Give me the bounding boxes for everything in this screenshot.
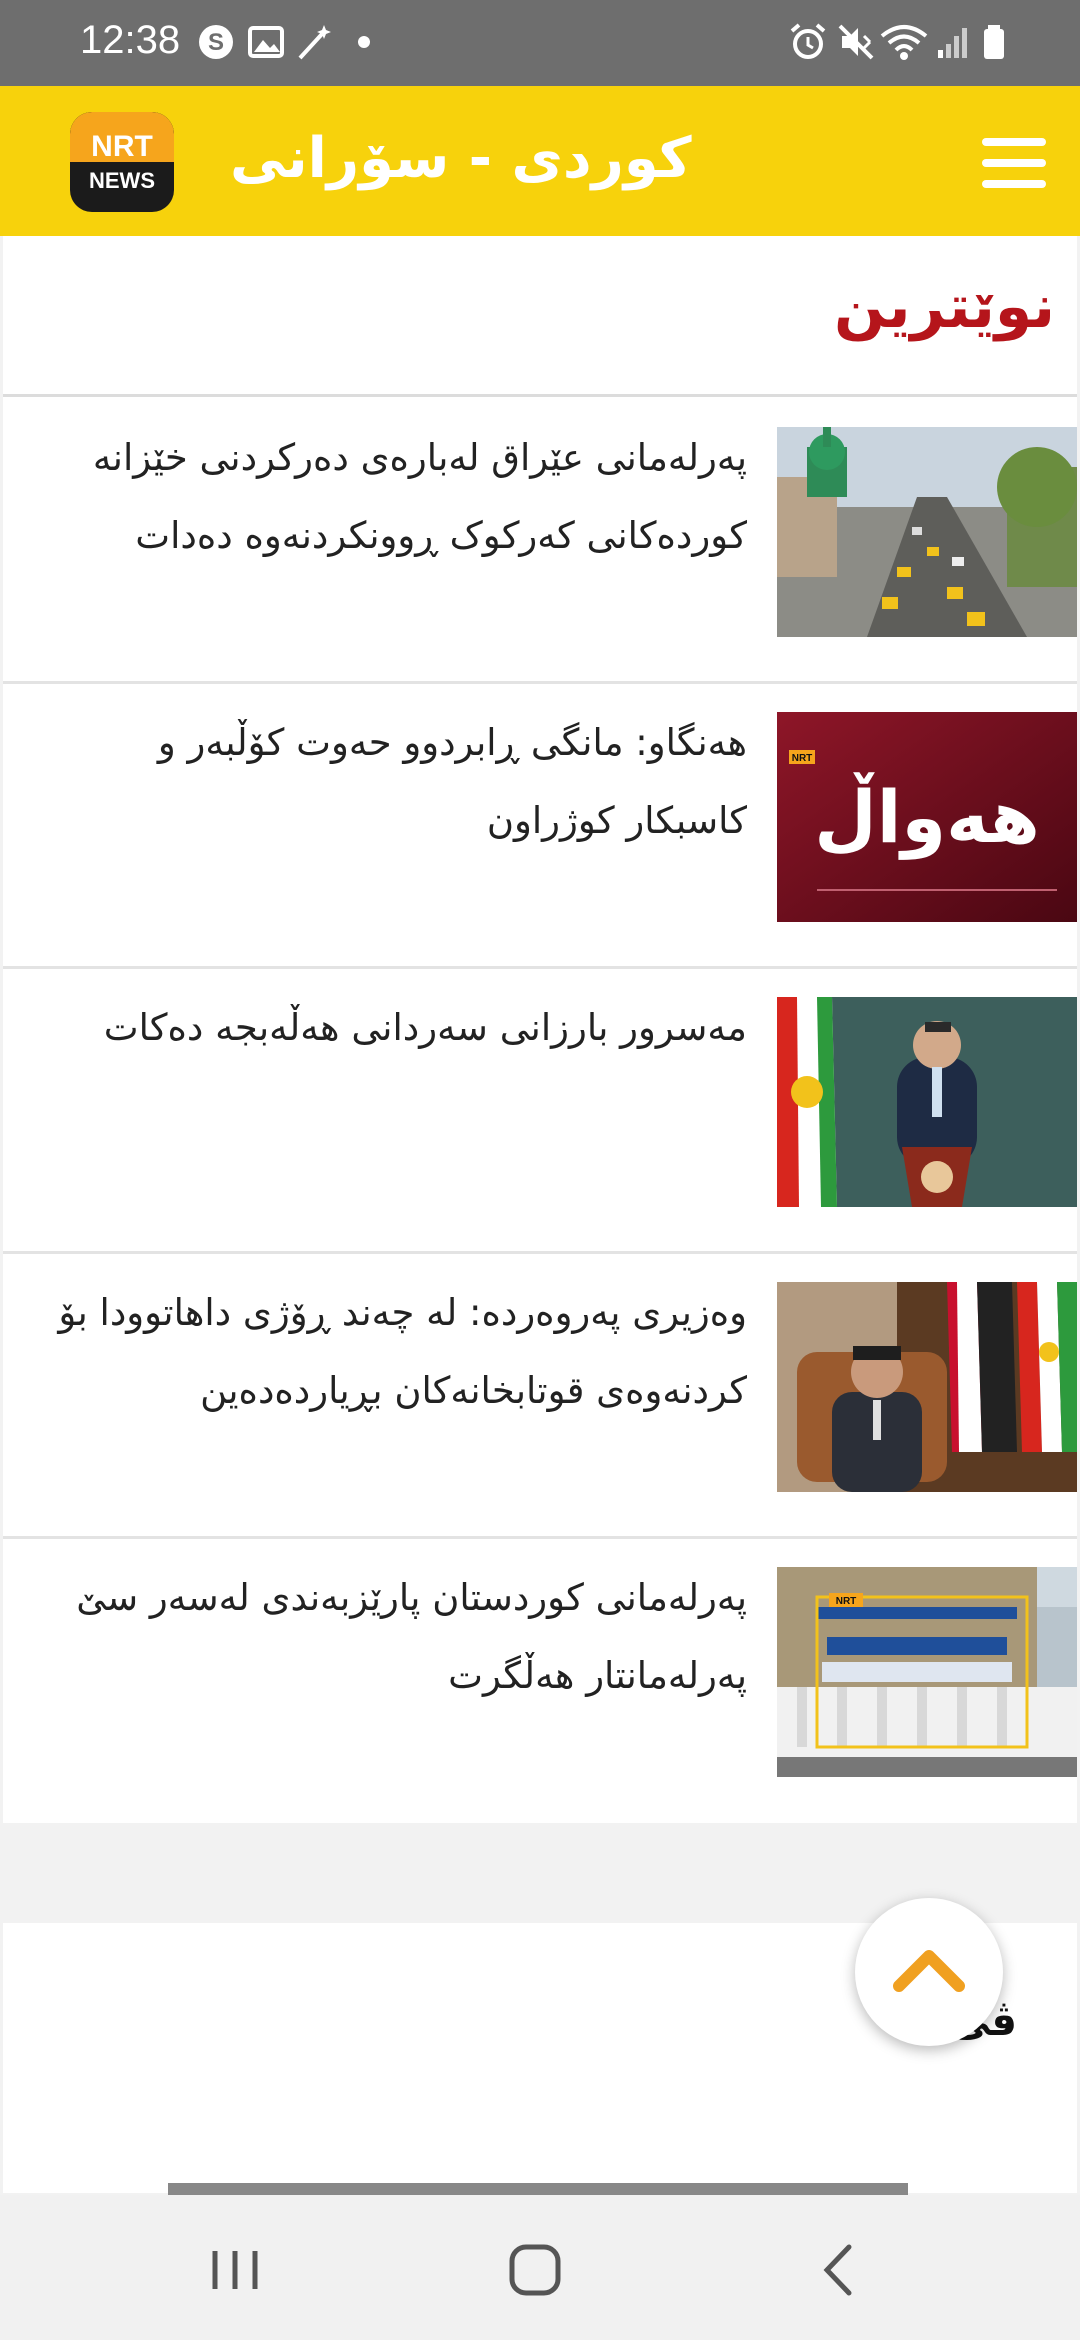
hamburger-menu-icon[interactable] bbox=[982, 138, 1046, 188]
logo-bottom-text: NEWS bbox=[89, 168, 155, 193]
dot-icon bbox=[358, 36, 370, 48]
alarm-icon bbox=[790, 23, 826, 59]
back-icon[interactable] bbox=[805, 2235, 875, 2305]
thumb-text: هەواڵ bbox=[814, 772, 1040, 860]
thumb-badge: NRT bbox=[836, 1596, 857, 1607]
podium-speaker-photo[interactable] bbox=[777, 997, 1077, 1207]
wifi-icon bbox=[880, 25, 928, 60]
nrt-news-logo[interactable]: NRT NEWS bbox=[70, 112, 174, 212]
app-header: NRT NEWS کوردی - سۆرانی bbox=[0, 86, 1080, 236]
battery-icon bbox=[984, 25, 1004, 59]
status-time: 12:38 bbox=[80, 18, 181, 62]
system-nav-bar bbox=[0, 2195, 1080, 2340]
mute-icon bbox=[838, 24, 874, 60]
logo-top-text: NRT bbox=[91, 130, 153, 163]
city-street-photo[interactable] bbox=[777, 427, 1077, 637]
svg-text:S: S bbox=[208, 29, 224, 56]
news-item[interactable]: وەزیری پەروەردە: لە چەند ڕۆژی داهاتوودا … bbox=[3, 1252, 1077, 1539]
latest-news-section: نوێترین پەرلەمانی عێراق لەبارەی دەرکردنی… bbox=[3, 236, 1077, 1823]
home-icon[interactable] bbox=[500, 2235, 570, 2305]
news-title[interactable]: هەنگاو: مانگی ڕابردوو حەوت کۆڵبەر و کاسب… bbox=[33, 704, 747, 860]
section-heading: نوێترین bbox=[833, 272, 1055, 342]
news-title[interactable]: وەزیری پەروەردە: لە چەند ڕۆژی داهاتوودا … bbox=[33, 1274, 747, 1430]
recent-apps-icon[interactable] bbox=[200, 2235, 270, 2305]
video-thumbnail-strip[interactable] bbox=[168, 2183, 908, 2195]
news-title[interactable]: پەرلەمانی عێراق لەبارەی دەرکردنی خێزانە … bbox=[33, 419, 747, 575]
news-graphic[interactable]: NRT هەواڵ bbox=[777, 712, 1077, 922]
thumb-badge: NRT bbox=[792, 753, 813, 764]
news-title[interactable]: پەرلەمانی کوردستان پارێزبەندی لەسەر سێ پ… bbox=[33, 1559, 747, 1715]
news-item[interactable]: پەرلەمانی کوردستان پارێزبەندی لەسەر سێ پ… bbox=[3, 1537, 1077, 1821]
news-item[interactable]: مەسرور بارزانی سەردانی هەڵەبجە دەکات bbox=[3, 967, 1077, 1254]
news-item[interactable]: پەرلەمانی عێراق لەبارەی دەرکردنی خێزانە … bbox=[3, 397, 1077, 684]
app-title: کوردی - سۆرانی bbox=[230, 126, 692, 191]
parliament-building-photo[interactable]: NRT bbox=[777, 1567, 1077, 1777]
magic-wand-icon bbox=[298, 25, 331, 60]
status-bar: 12:38 S bbox=[0, 0, 1080, 86]
scroll-top-button[interactable] bbox=[855, 1898, 1003, 2046]
chevron-up-icon bbox=[893, 1950, 965, 1992]
news-title[interactable]: مەسرور بارزانی سەردانی هەڵەبجە دەکات bbox=[33, 989, 747, 1067]
gallery-icon bbox=[248, 26, 284, 58]
minister-office-photo[interactable] bbox=[777, 1282, 1077, 1492]
signal-icon bbox=[938, 28, 967, 58]
skype-icon: S bbox=[199, 25, 233, 59]
news-item[interactable]: هەنگاو: مانگی ڕابردوو حەوت کۆڵبەر و کاسب… bbox=[3, 682, 1077, 969]
